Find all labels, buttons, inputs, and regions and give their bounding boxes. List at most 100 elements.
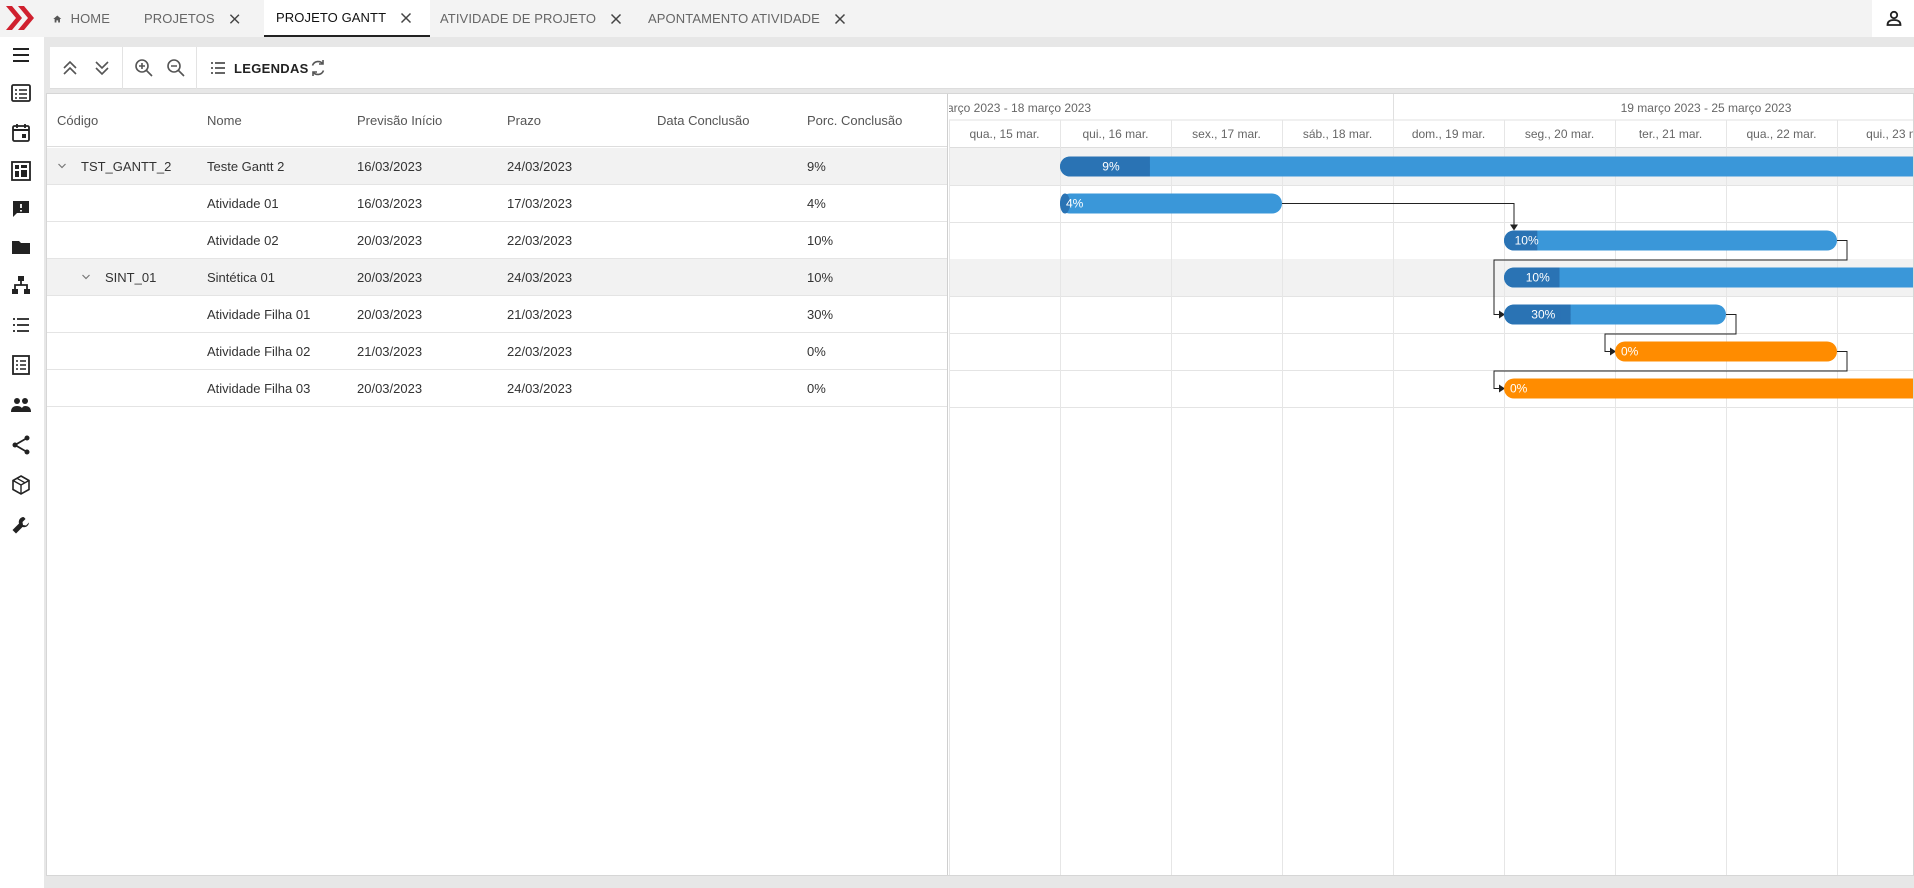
column-header[interactable]: Nome (207, 94, 242, 147)
zoom-out-icon[interactable] (164, 56, 188, 80)
gantt-bar-label: 0% (1621, 345, 1639, 359)
day-label: qui., 23 m (1866, 127, 1913, 141)
wrench-icon[interactable] (9, 513, 33, 537)
tab-atividade-de-projeto[interactable]: ATIVIDADE DE PROJETO (440, 0, 636, 37)
home-icon (53, 14, 62, 23)
gantt-bar-progress (1549, 267, 1560, 288)
cell-due: 21/03/2023 (507, 307, 573, 322)
package-icon[interactable] (9, 473, 33, 497)
hierarchy-icon[interactable] (9, 273, 33, 297)
task-list-icon[interactable] (9, 81, 33, 105)
gantt-bar[interactable] (1504, 230, 1837, 251)
calendar-icon[interactable] (9, 121, 33, 145)
brand-logo-icon[interactable] (4, 4, 38, 32)
day-label: qua., 15 mar. (969, 127, 1039, 141)
tab-label: APONTAMENTO ATIVIDADE (648, 11, 820, 26)
tab-projeto-gantt[interactable]: PROJETO GANTT (264, 0, 430, 37)
list-icon (211, 62, 225, 74)
table-row[interactable]: Atividade Filha 03 20/03/2023 24/03/2023 0% (47, 370, 947, 407)
cell-name: Atividade Filha 03 (207, 381, 311, 396)
close-icon[interactable] (834, 13, 846, 25)
week-label: 19 março 2023 - 25 março 2023 (1621, 101, 1792, 115)
cell-name: Atividade 01 (207, 196, 279, 211)
cell-start: 16/03/2023 (357, 159, 423, 174)
gantt-bar-label: 9% (1102, 160, 1120, 174)
feedback-icon[interactable] (9, 197, 33, 221)
cell-due: 24/03/2023 (507, 381, 573, 396)
gantt-bar[interactable] (1504, 378, 1913, 399)
table-row[interactable]: SINT_01 Sintética 01 20/03/2023 24/03/2023 1… (47, 259, 947, 296)
arrow-head-icon (1510, 224, 1518, 231)
top-bar: HOME PROJETOS PROJETO GANTT ATIVIDADE DE PR… (0, 0, 1914, 37)
column-header[interactable]: Data Conclusão (657, 94, 750, 147)
cell-start: 21/03/2023 (357, 344, 423, 359)
gantt-bar-progress (1560, 304, 1571, 325)
dependency-link (1282, 203, 1515, 229)
table-row[interactable]: Atividade Filha 02 21/03/2023 22/03/2023 0% (47, 333, 947, 370)
column-header[interactable]: Prazo (507, 94, 541, 147)
share-icon[interactable] (9, 433, 33, 457)
user-icon[interactable] (1882, 6, 1906, 30)
day-label: sex., 17 mar. (1192, 127, 1261, 141)
document-icon[interactable] (9, 353, 33, 377)
chevron-down-icon[interactable] (57, 161, 67, 171)
people-icon[interactable] (9, 393, 33, 417)
gantt-bar[interactable] (1615, 341, 1837, 362)
tab-label: ATIVIDADE DE PROJETO (440, 11, 597, 26)
table-row[interactable]: Atividade Filha 01 20/03/2023 21/03/2023 30… (47, 296, 947, 333)
day-label: seg., 20 mar. (1525, 127, 1594, 141)
legend-label: LEGENDAS (234, 60, 309, 76)
column-header[interactable]: Previsão Início (357, 94, 442, 147)
zoom-in-icon[interactable] (132, 56, 156, 80)
gantt-bar[interactable] (1504, 267, 1913, 288)
tab-apontamento-atividade[interactable]: APONTAMENTO ATIVIDADE (648, 0, 848, 37)
main-panel: LEGENDAS Código Nome Previsão Início Prazo D… (44, 37, 1914, 888)
gantt-bar-label: 10% (1515, 234, 1539, 248)
close-icon[interactable] (229, 13, 240, 25)
table-row[interactable]: Atividade 02 20/03/2023 22/03/2023 10% (47, 222, 947, 259)
tab-label: PROJETO GANTT (276, 10, 387, 25)
cell-due: 17/03/2023 (507, 196, 573, 211)
list-icon[interactable] (9, 313, 33, 337)
day-label: qui., 16 mar. (1082, 127, 1148, 141)
expand-all-icon[interactable] (90, 56, 114, 80)
dashboard-icon[interactable] (9, 159, 33, 183)
task-grid: Código Nome Previsão Início Prazo Data Concl… (47, 94, 948, 875)
cell-pct: 0% (807, 344, 826, 359)
cell-start: 20/03/2023 (357, 307, 423, 322)
folder-icon[interactable] (9, 235, 33, 259)
cell-name: Atividade Filha 01 (207, 307, 311, 322)
close-icon[interactable] (610, 13, 622, 25)
column-header[interactable]: Código (57, 94, 98, 147)
refresh-icon[interactable] (306, 56, 330, 80)
day-label: qua., 22 mar. (1746, 127, 1816, 141)
gantt-bar-label: 0% (1510, 382, 1528, 396)
gantt-bar-label: 10% (1526, 271, 1550, 285)
cell-start: 20/03/2023 (357, 233, 423, 248)
gantt-bar[interactable] (1060, 193, 1282, 214)
toolbar-divider (196, 47, 197, 89)
close-icon[interactable] (400, 12, 412, 24)
cell-pct: 4% (807, 196, 826, 211)
cell-start: 16/03/2023 (357, 196, 423, 211)
gantt-chart-canvas: arço 2023 - 18 março 2023 19 março 2023 -… (949, 94, 1913, 875)
tab-home[interactable]: HOME (52, 0, 110, 37)
table-row[interactable]: TST_GANTT_2 Teste Gantt 2 16/03/2023 24/03/… (47, 148, 947, 185)
cell-pct: 9% (807, 159, 826, 174)
chevron-down-icon[interactable] (81, 272, 91, 282)
legend-button[interactable]: LEGENDAS (208, 47, 309, 89)
menu-icon[interactable] (9, 43, 33, 67)
gantt-toolbar: LEGENDAS (50, 47, 1914, 89)
tab-label: HOME (70, 11, 110, 26)
column-header[interactable]: Porc. Conclusão (807, 94, 902, 147)
gantt-bar-progress (1139, 156, 1150, 177)
cell-start: 20/03/2023 (357, 381, 423, 396)
tab-projetos[interactable]: PROJETOS (144, 0, 240, 37)
cell-pct: 10% (807, 233, 834, 248)
collapse-all-icon[interactable] (58, 56, 82, 80)
gantt-bar[interactable] (1060, 156, 1913, 177)
cell-name: Sintética 01 (207, 270, 275, 285)
table-row[interactable]: Atividade 01 16/03/2023 17/03/2023 4% (47, 185, 947, 222)
tab-label: PROJETOS (144, 11, 215, 26)
week-label: arço 2023 - 18 março 2023 (949, 101, 1091, 115)
